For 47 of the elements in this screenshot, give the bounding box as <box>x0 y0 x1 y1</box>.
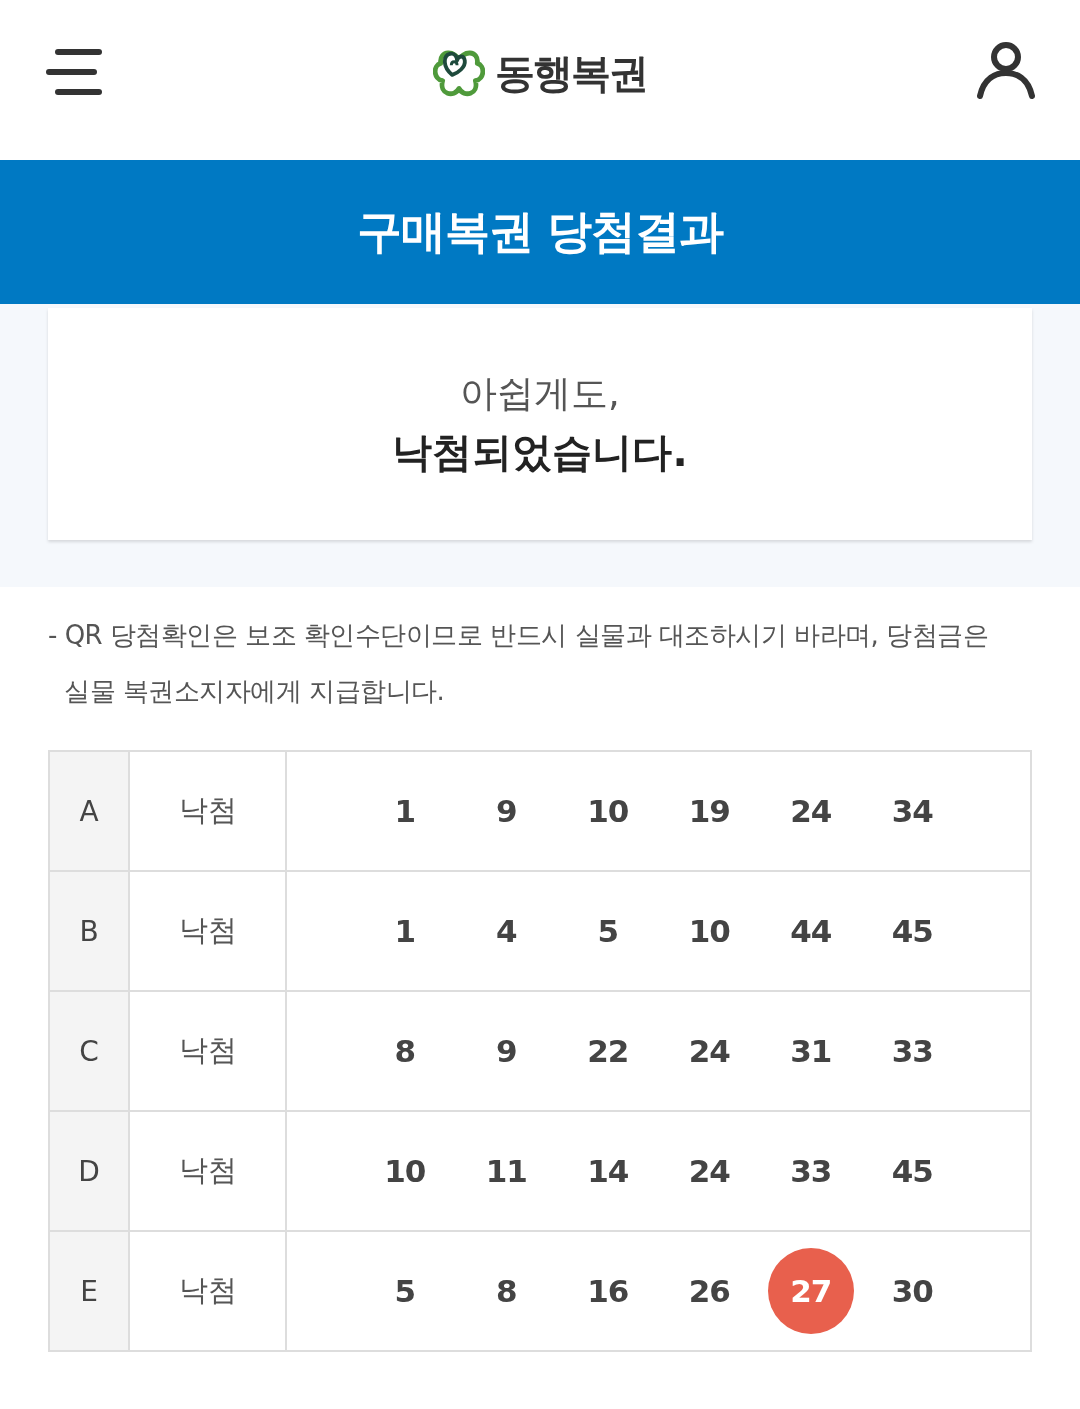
lotto-number: 14 <box>587 1153 629 1189</box>
matched-number-ball: 27 <box>767 1248 854 1334</box>
game-label-cell: B <box>50 872 130 990</box>
game-label-cell: C <box>50 992 130 1110</box>
result-cell: 낙첨 <box>130 872 287 990</box>
lotto-number: 8 <box>394 1033 416 1069</box>
lotto-number: 8 <box>495 1273 517 1309</box>
game-label-cell: A <box>50 752 130 870</box>
lotto-number: 1 <box>394 913 416 949</box>
lotto-number: 44 <box>790 913 832 949</box>
lotto-number: 31 <box>790 1033 832 1069</box>
lotto-number: 5 <box>597 913 619 949</box>
result-cell: 낙첨 <box>130 1232 287 1350</box>
game-label-cell: E <box>50 1232 130 1350</box>
result-cell: 낙첨 <box>130 992 287 1110</box>
lotto-number: 5 <box>394 1273 416 1309</box>
page-title: 구매복권 당첨결과 <box>356 205 724 259</box>
lotto-number: 10 <box>384 1153 426 1189</box>
result-message: 낙첨되었습니다. <box>392 428 688 477</box>
notice-text: - QR 당첨확인은 보조 확인수단이므로 반드시 실물과 대조하시기 바라며, 당첨금은 실물 복권소지자에게 지급합니다. <box>48 619 990 708</box>
result-intro-text: 아쉽게도, <box>460 371 620 417</box>
lotto-number: 11 <box>485 1153 527 1189</box>
result-cell: 낙첨 <box>130 752 287 870</box>
lotto-number: 4 <box>495 913 517 949</box>
game-label-cell: D <box>50 1112 130 1230</box>
lotto-number: 33 <box>891 1033 933 1069</box>
lotto-number: 22 <box>587 1033 629 1069</box>
lotto-number: 16 <box>587 1273 629 1309</box>
lotto-number: 9 <box>495 1033 517 1069</box>
lotto-number: 34 <box>891 793 933 829</box>
lotto-number: 33 <box>790 1153 832 1189</box>
user-icon[interactable] <box>976 42 1036 100</box>
logo-text[interactable]: 동행복권 <box>495 51 647 95</box>
lotto-number: 10 <box>587 793 629 829</box>
result-cell: 낙첨 <box>130 1112 287 1230</box>
lotto-number: 24 <box>688 1033 730 1069</box>
lotto-number: 10 <box>688 913 730 949</box>
lotto-number: 24 <box>688 1153 730 1189</box>
lotto-number: 19 <box>688 793 730 829</box>
lotto-number: 24 <box>790 793 832 829</box>
lotto-number: 45 <box>891 913 933 949</box>
lotto-number: 30 <box>891 1273 933 1309</box>
menu-icon[interactable] <box>46 48 102 96</box>
lotto-number: 9 <box>495 793 517 829</box>
lotto-number: 45 <box>891 1153 933 1189</box>
lotto-number: 26 <box>688 1273 730 1309</box>
lotto-number: 1 <box>394 793 416 829</box>
